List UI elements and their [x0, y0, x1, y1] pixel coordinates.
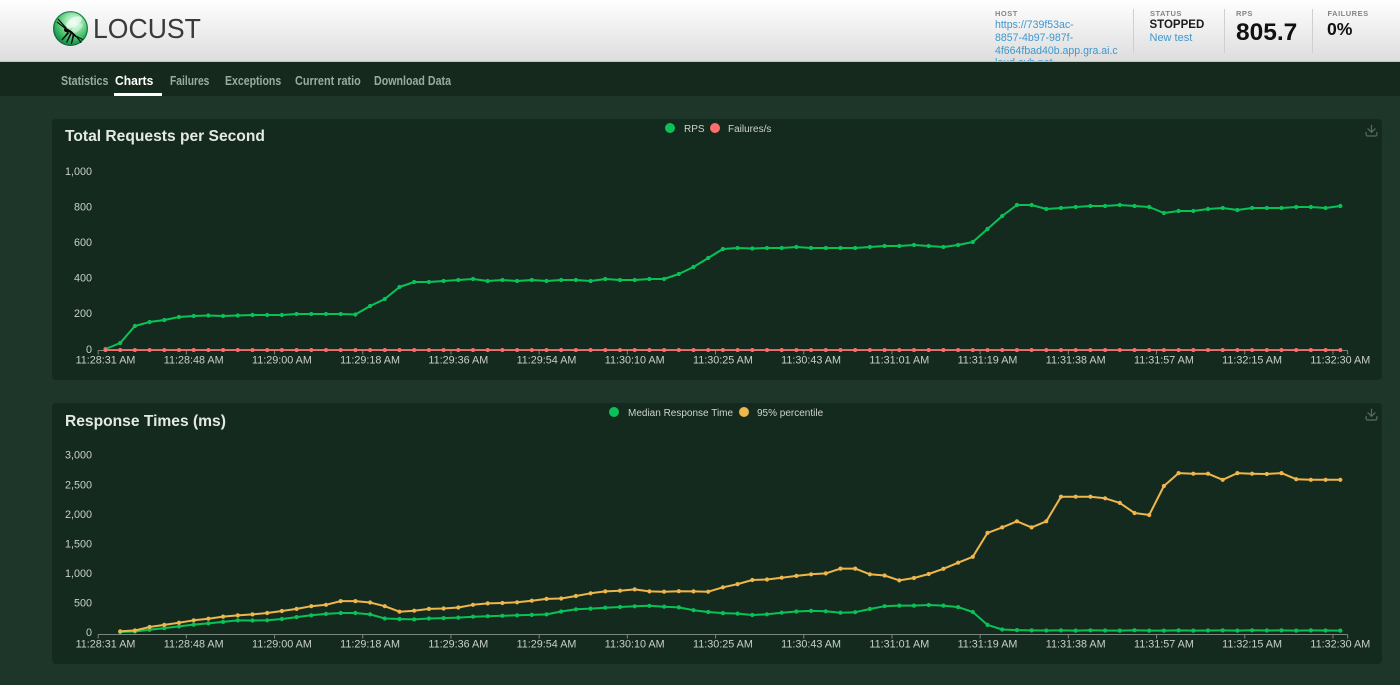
svg-text:2,500: 2,500 [65, 479, 92, 491]
svg-text:11:31:57 AM: 11:31:57 AM [1134, 355, 1194, 367]
svg-text:11:28:48 AM: 11:28:48 AM [164, 639, 224, 651]
svg-text:11:32:30 AM: 11:32:30 AM [1310, 639, 1370, 651]
svg-text:200: 200 [74, 308, 92, 320]
svg-text:3,000: 3,000 [65, 450, 92, 462]
svg-text:11:30:43 AM: 11:30:43 AM [781, 355, 841, 367]
svg-text:600: 600 [74, 237, 92, 249]
svg-text:500: 500 [74, 598, 92, 610]
svg-text:11:29:54 AM: 11:29:54 AM [517, 639, 577, 651]
svg-text:11:31:01 AM: 11:31:01 AM [869, 355, 929, 367]
svg-text:11:31:38 AM: 11:31:38 AM [1046, 639, 1106, 651]
svg-text:2,000: 2,000 [65, 509, 92, 521]
svg-text:11:29:18 AM: 11:29:18 AM [340, 355, 400, 367]
svg-text:11:30:10 AM: 11:30:10 AM [605, 639, 665, 651]
svg-text:11:28:31 AM: 11:28:31 AM [76, 639, 136, 651]
svg-text:11:32:30 AM: 11:32:30 AM [1310, 355, 1370, 367]
svg-text:11:28:31 AM: 11:28:31 AM [76, 355, 136, 367]
svg-text:11:31:01 AM: 11:31:01 AM [869, 639, 929, 651]
svg-text:400: 400 [74, 273, 92, 285]
svg-text:11:28:48 AM: 11:28:48 AM [164, 355, 224, 367]
svg-text:11:32:15 AM: 11:32:15 AM [1222, 639, 1282, 651]
svg-text:0: 0 [86, 627, 92, 639]
svg-text:1,000: 1,000 [65, 568, 92, 580]
svg-text:1,500: 1,500 [65, 539, 92, 551]
svg-text:11:29:36 AM: 11:29:36 AM [428, 355, 488, 367]
svg-text:11:32:15 AM: 11:32:15 AM [1222, 355, 1282, 367]
svg-text:11:30:43 AM: 11:30:43 AM [781, 639, 841, 651]
svg-text:11:30:25 AM: 11:30:25 AM [693, 355, 753, 367]
svg-text:800: 800 [74, 201, 92, 213]
svg-text:11:29:54 AM: 11:29:54 AM [517, 355, 577, 367]
svg-text:11:31:19 AM: 11:31:19 AM [958, 355, 1018, 367]
svg-text:11:29:00 AM: 11:29:00 AM [252, 639, 312, 651]
svg-text:11:31:57 AM: 11:31:57 AM [1134, 639, 1194, 651]
svg-text:11:30:10 AM: 11:30:10 AM [605, 355, 665, 367]
svg-text:11:29:00 AM: 11:29:00 AM [252, 355, 312, 367]
svg-text:11:31:19 AM: 11:31:19 AM [958, 639, 1018, 651]
svg-text:11:29:36 AM: 11:29:36 AM [428, 639, 488, 651]
svg-text:11:29:18 AM: 11:29:18 AM [340, 639, 400, 651]
svg-text:11:31:38 AM: 11:31:38 AM [1046, 355, 1106, 367]
svg-text:11:30:25 AM: 11:30:25 AM [693, 639, 753, 651]
svg-text:1,000: 1,000 [65, 166, 92, 178]
